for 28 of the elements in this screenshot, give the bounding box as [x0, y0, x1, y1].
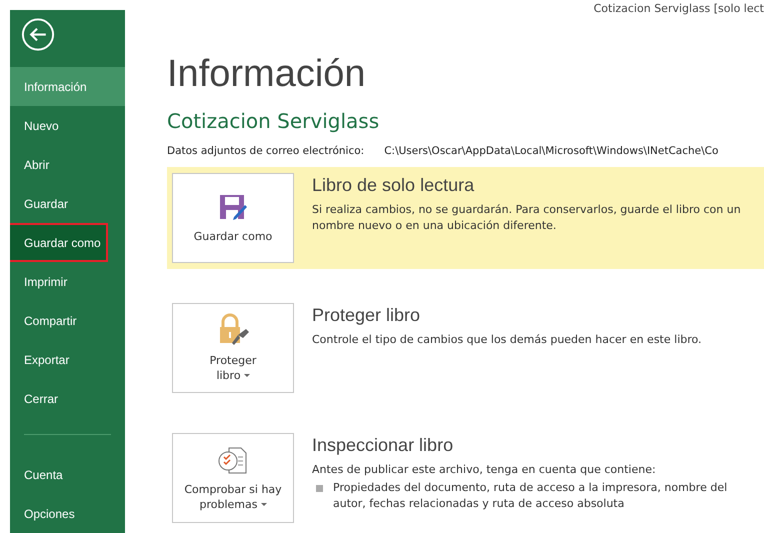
save-disk-icon: [218, 192, 248, 222]
sidebar-item[interactable]: Guardar: [10, 184, 125, 224]
section-description: Antes de publicar este archivo, tenga en cuenta que contiene:: [312, 462, 657, 478]
sidebar-item[interactable]: Guardar como: [10, 223, 108, 262]
sidebar-item[interactable]: Exportar: [10, 340, 125, 380]
section-title: Inspeccionar libro: [312, 435, 454, 456]
section-description: Si realiza cambios, no se guardarán. Para conservarlos, guarde el libro con un nombre nuevo o en una ubicación diferente.: [312, 202, 742, 234]
sidebar-item[interactable]: Opciones: [10, 494, 125, 533]
sidebar-item[interactable]: Información: [10, 67, 125, 106]
sidebar-item[interactable]: Cerrar: [10, 379, 125, 418]
section-description: Controle el tipo de cambios que los demás pueden hacer en este libro.: [312, 332, 702, 348]
attachment-path: C:\Users\Oscar\AppData\Local\Microsoft\Windows\INetCache\Co: [384, 145, 718, 157]
bullet-icon: [316, 485, 323, 492]
section-title: Proteger libro: [312, 305, 422, 326]
bullet-text: Propiedades del documento, ruta de acceso a la impresora, nombre del autor, fechas relacionadas y ruta de acceso absoluta: [333, 480, 728, 512]
sidebar-item[interactable]: Abrir: [10, 145, 125, 184]
attachment-label: Datos adjuntos de correo electrónico:: [167, 145, 364, 157]
sidebar-item[interactable]: Compartir: [10, 301, 125, 340]
action-button[interactable]: Guardar como: [172, 173, 294, 263]
window-title: Cotizacion Serviglass [solo lect: [594, 2, 764, 15]
sidebar-item[interactable]: Nuevo: [10, 106, 125, 146]
sidebar-item[interactable]: Imprimir: [10, 262, 125, 302]
document-name: Cotizacion Serviglass: [167, 109, 380, 133]
sidebar-item[interactable]: Cuenta: [10, 455, 125, 494]
action-button[interactable]: Proteger libro: [172, 303, 294, 393]
action-button[interactable]: Comprobar si hay problemas: [172, 433, 294, 523]
page-heading: Información: [167, 52, 367, 97]
section-title: Libro de solo lectura: [312, 175, 476, 196]
